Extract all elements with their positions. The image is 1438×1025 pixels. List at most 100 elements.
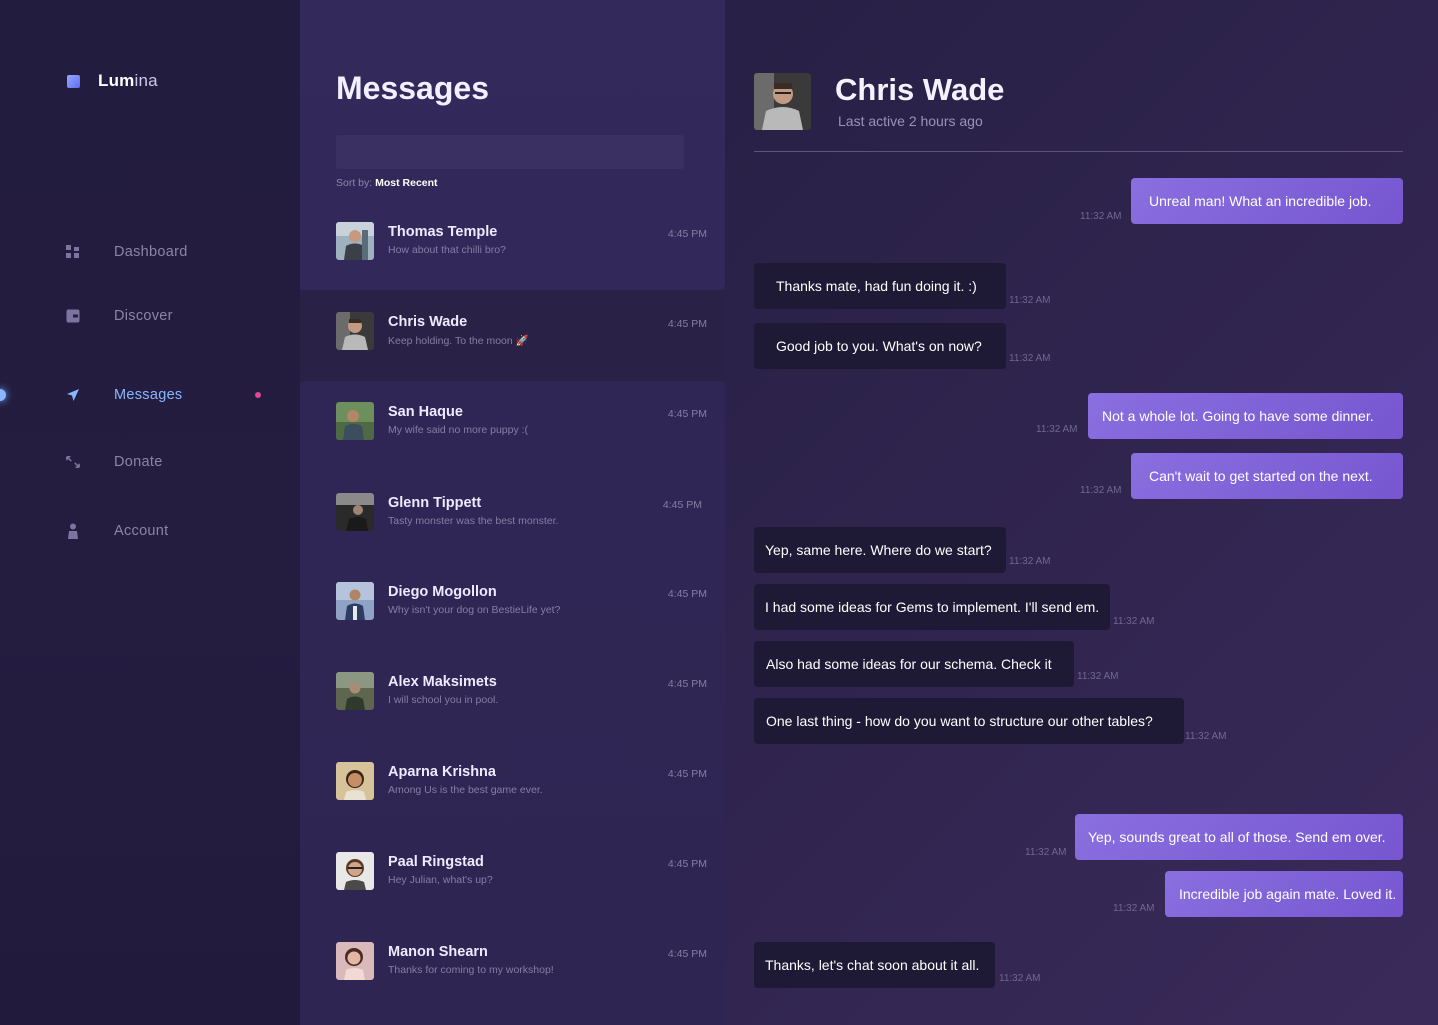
- message-timestamp: 11:32 AM: [1025, 847, 1067, 858]
- contact-preview: Tasty monster was the best monster.: [388, 515, 559, 527]
- message-timestamp: 11:32 AM: [1113, 903, 1155, 914]
- message-text: Yep, same here. Where do we start?: [765, 542, 992, 558]
- contact-time: 4:45 PM: [667, 768, 707, 780]
- message-text: Can't wait to get started on the next.: [1149, 468, 1373, 484]
- avatar[interactable]: [754, 73, 811, 130]
- avatar: [336, 493, 374, 531]
- sidebar-item-donate[interactable]: Donate: [0, 447, 300, 477]
- avatar: [336, 942, 374, 980]
- message-timestamp: 11:32 AM: [1077, 671, 1119, 682]
- message-timestamp: 11:32 AM: [1036, 424, 1078, 435]
- sort-value: Most Recent: [375, 177, 438, 189]
- brand[interactable]: Lumina: [67, 71, 158, 91]
- contact-time: 4:45 PM: [667, 318, 707, 330]
- message-bubble-incoming[interactable]: Good job to you. What's on now?: [754, 323, 1006, 369]
- contact-time: 4:45 PM: [667, 858, 707, 870]
- chat-status: Last active 2 hours ago: [838, 113, 983, 129]
- chat-contact-name: Chris Wade: [835, 72, 1005, 107]
- sidebar-item-discover[interactable]: Discover: [0, 301, 300, 331]
- message-text: Also had some ideas for our schema. Chec…: [766, 656, 1052, 672]
- conversation-list-panel: Messages Sort by: Most Recent Thomas Tem…: [300, 0, 725, 1025]
- contact-preview: I will school you in pool.: [388, 694, 499, 706]
- contact-preview: Why isn't your dog on BestieLife yet?: [388, 604, 561, 616]
- sidebar-item-label: Messages: [114, 387, 183, 403]
- contact-name: San Haque: [388, 404, 463, 420]
- avatar: [336, 312, 374, 350]
- contact-name: Diego Mogollon: [388, 584, 497, 600]
- message-bubble-outgoing[interactable]: Not a whole lot. Going to have some dinn…: [1088, 393, 1403, 439]
- sidebar-item-label: Discover: [114, 308, 173, 324]
- message-text: Thanks, let's chat soon about it all.: [765, 957, 980, 973]
- contact-preview: My wife said no more puppy :(: [388, 424, 529, 436]
- search-input[interactable]: [336, 135, 684, 169]
- contact-name: Alex Maksimets: [388, 674, 497, 690]
- message-text: One last thing - how do you want to stru…: [766, 713, 1153, 729]
- contact-preview: Thanks for coming to my workshop!: [388, 964, 554, 976]
- avatar: [336, 852, 374, 890]
- sidebar-item-messages[interactable]: Messages: [0, 380, 300, 410]
- sort-control[interactable]: Sort by: Most Recent: [336, 177, 438, 189]
- message-bubble-incoming[interactable]: Thanks, let's chat soon about it all.: [754, 942, 995, 988]
- contact-preview: Keep holding. To the moon 🚀: [388, 335, 529, 347]
- avatar: [336, 402, 374, 440]
- message-timestamp: 11:32 AM: [1080, 211, 1122, 222]
- contact-preview: How about that chilli bro?: [388, 244, 506, 256]
- message-text: Incredible job again mate. Loved it.: [1179, 886, 1397, 902]
- chat-panel: Chris Wade Last active 2 hours ago Unrea…: [725, 0, 1438, 1025]
- contact-preview: Among Us is the best game ever.: [388, 784, 543, 796]
- message-text: Unreal man! What an incredible job.: [1149, 193, 1372, 209]
- message-bubble-incoming[interactable]: Also had some ideas for our schema. Chec…: [754, 641, 1074, 687]
- list-item[interactable]: Manon Shearn Thanks for coming to my wor…: [300, 942, 725, 1002]
- message-bubble-outgoing[interactable]: Unreal man! What an incredible job.: [1131, 178, 1403, 224]
- contact-time: 4:45 PM: [667, 678, 707, 690]
- message-timestamp: 11:32 AM: [1113, 616, 1155, 627]
- message-text: Yep, sounds great to all of those. Send …: [1088, 829, 1386, 845]
- contact-time: 4:45 PM: [667, 408, 707, 420]
- list-item[interactable]: Alex Maksimets I will school you in pool…: [300, 672, 725, 732]
- list-item[interactable]: Paal Ringstad Hey Julian, what's up? 4:4…: [300, 852, 725, 912]
- contact-preview: Hey Julian, what's up?: [388, 874, 493, 886]
- list-item[interactable]: Glenn Tippett Tasty monster was the best…: [300, 493, 725, 553]
- person-icon: [66, 523, 80, 539]
- message-bubble-incoming[interactable]: Yep, same here. Where do we start?: [754, 527, 1006, 573]
- message-text: Not a whole lot. Going to have some dinn…: [1102, 408, 1374, 424]
- wallet-icon: [66, 309, 80, 323]
- message-bubble-incoming[interactable]: I had some ideas for Gems to implement. …: [754, 584, 1110, 630]
- message-text: Thanks mate, had fun doing it. :): [776, 278, 977, 294]
- message-timestamp: 11:32 AM: [999, 973, 1041, 984]
- message-bubble-incoming[interactable]: One last thing - how do you want to stru…: [754, 698, 1184, 744]
- list-item[interactable]: Thomas Temple How about that chilli bro?…: [300, 222, 725, 282]
- list-item[interactable]: Aparna Krishna Among Us is the best game…: [300, 762, 725, 822]
- logo-icon: [67, 74, 80, 88]
- sidebar-item-label: Dashboard: [114, 244, 188, 260]
- sidebar: Lumina Dashboard Discover Messages Donat…: [0, 0, 300, 1025]
- divider: [754, 151, 1403, 152]
- list-item-selected[interactable]: Chris Wade Keep holding. To the moon 🚀 4…: [300, 312, 725, 372]
- avatar: [336, 222, 374, 260]
- avatar: [336, 762, 374, 800]
- message-bubble-outgoing[interactable]: Yep, sounds great to all of those. Send …: [1075, 814, 1403, 860]
- message-timestamp: 11:32 AM: [1009, 556, 1051, 567]
- active-indicator: [0, 389, 6, 401]
- message-bubble-outgoing[interactable]: Incredible job again mate. Loved it.: [1165, 871, 1403, 917]
- sidebar-item-account[interactable]: Account: [0, 516, 300, 546]
- contact-time: 4:45 PM: [667, 228, 707, 240]
- list-item[interactable]: San Haque My wife said no more puppy :( …: [300, 402, 725, 462]
- message-bubble-incoming[interactable]: Thanks mate, had fun doing it. :): [754, 263, 1006, 309]
- message-text: Good job to you. What's on now?: [776, 338, 982, 354]
- message-bubble-outgoing[interactable]: Can't wait to get started on the next.: [1131, 453, 1403, 499]
- contact-name: Manon Shearn: [388, 944, 488, 960]
- send-icon: [66, 388, 80, 402]
- sidebar-item-dashboard[interactable]: Dashboard: [0, 237, 300, 267]
- contact-time: 4:45 PM: [667, 948, 707, 960]
- sort-label: Sort by:: [336, 177, 373, 189]
- contact-name: Aparna Krishna: [388, 764, 496, 780]
- list-item[interactable]: Diego Mogollon Why isn't your dog on Bes…: [300, 582, 725, 642]
- contact-time: 4:45 PM: [667, 588, 707, 600]
- avatar: [336, 672, 374, 710]
- grid-icon: [66, 245, 80, 259]
- contact-name: Thomas Temple: [388, 224, 498, 240]
- message-timestamp: 11:32 AM: [1080, 485, 1122, 496]
- sidebar-item-label: Donate: [114, 454, 163, 470]
- message-timestamp: 11:32 AM: [1009, 295, 1051, 306]
